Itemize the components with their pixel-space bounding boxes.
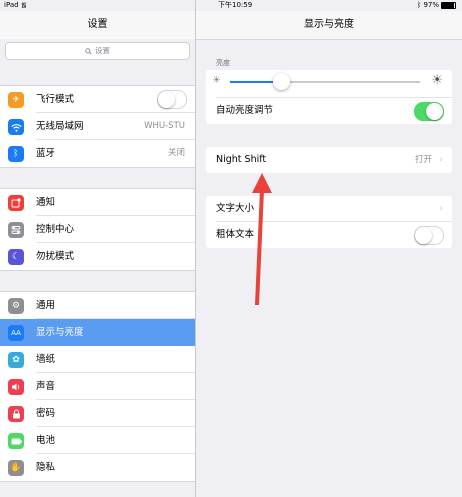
settings-group-general: ⚙ 通用 AA 显示与亮度 ✿ 墙纸 声音 密码 电池 ✋ 隐私 bbox=[0, 291, 195, 482]
sidebar-item-label: 控制中心 bbox=[36, 224, 75, 235]
bold-text-toggle[interactable] bbox=[414, 226, 444, 245]
sidebar-item-display-brightness[interactable]: AA 显示与亮度 bbox=[0, 319, 195, 346]
sidebar-item-notifications[interactable]: 通知 bbox=[0, 189, 195, 216]
sidebar-item-label: 飞行模式 bbox=[36, 94, 75, 105]
sidebar-item-do-not-disturb[interactable]: ☾ 勿扰模式 bbox=[0, 243, 195, 270]
sidebar-item-label: 声音 bbox=[36, 381, 56, 392]
wifi-network-value: WHU-STU bbox=[144, 121, 185, 131]
brightness-low-icon: ☀ bbox=[212, 75, 221, 86]
hand-icon: ✋ bbox=[8, 460, 24, 476]
sidebar-item-sounds[interactable]: 声音 bbox=[0, 373, 195, 400]
auto-brightness-row: 自动亮度调节 bbox=[206, 98, 452, 124]
sidebar-item-label: 无线局域网 bbox=[36, 121, 84, 132]
gear-icon: ⚙ bbox=[8, 298, 24, 314]
sound-icon bbox=[8, 379, 24, 395]
sidebar-item-general[interactable]: ⚙ 通用 bbox=[0, 292, 195, 319]
auto-brightness-toggle[interactable] bbox=[414, 102, 444, 121]
sidebar-item-control-center[interactable]: 控制中心 bbox=[0, 216, 195, 243]
chevron-right-icon: › bbox=[439, 155, 443, 165]
bluetooth-icon: ᛒ bbox=[8, 146, 24, 162]
brightness-slider-knob[interactable] bbox=[272, 73, 290, 90]
text-size-row[interactable]: 文字大小 › bbox=[206, 196, 452, 222]
sidebar-item-label: 墙纸 bbox=[36, 354, 56, 365]
night-shift-value: 打开 bbox=[414, 155, 432, 165]
wallpaper-icon: ✿ bbox=[8, 352, 24, 368]
sidebar-item-bluetooth[interactable]: ᛒ 蓝牙 关闭 bbox=[0, 140, 195, 167]
notifications-icon bbox=[8, 195, 24, 211]
chevron-right-icon: › bbox=[439, 204, 443, 214]
bluetooth-status-icon: ᛒ bbox=[417, 1, 422, 9]
brightness-card: ☀ ☀ 自动亮度调节 bbox=[206, 70, 452, 124]
sidebar-item-label: 蓝牙 bbox=[36, 148, 56, 159]
battery-icon bbox=[8, 433, 24, 449]
night-shift-row[interactable]: Night Shift 打开 › bbox=[206, 147, 452, 173]
sidebar-item-label: 通用 bbox=[36, 300, 56, 311]
wifi-icon bbox=[8, 119, 24, 135]
sidebar-item-airplane-mode[interactable]: ✈ 飞行模式 bbox=[0, 86, 195, 113]
auto-brightness-label: 自动亮度调节 bbox=[216, 105, 274, 116]
sidebar-item-label: 通知 bbox=[36, 197, 56, 208]
brightness-high-icon: ☀ bbox=[431, 73, 443, 88]
sidebar-item-label: 隐私 bbox=[36, 462, 56, 473]
settings-sidebar: 设置 设置 ✈ 飞行模式 无线局域网 WHU-STU ᛒ 蓝牙 关闭 通知 控制… bbox=[0, 0, 196, 497]
sidebar-item-label: 电池 bbox=[36, 435, 56, 446]
search-placeholder: 设置 bbox=[95, 46, 110, 55]
battery-status-icon bbox=[441, 1, 456, 9]
night-shift-label: Night Shift bbox=[216, 154, 267, 165]
moon-icon: ☾ bbox=[8, 249, 24, 265]
status-battery: ᛒ 97% bbox=[417, 0, 456, 11]
sidebar-title: 设置 bbox=[0, 11, 195, 39]
sidebar-item-label: 密码 bbox=[36, 408, 56, 419]
bold-text-label: 粗体文本 bbox=[216, 229, 255, 240]
detail-title: 显示与亮度 bbox=[196, 11, 462, 40]
sidebar-item-privacy[interactable]: ✋ 隐私 bbox=[0, 454, 195, 481]
wifi-status-icon: ᯾ bbox=[20, 1, 27, 9]
control-center-icon bbox=[8, 222, 24, 238]
status-time: 下午10:59 bbox=[218, 1, 253, 9]
lock-icon bbox=[8, 406, 24, 422]
text-card: 文字大小 › 粗体文本 bbox=[206, 196, 452, 248]
search-input[interactable]: 设置 bbox=[5, 42, 190, 60]
airplane-icon: ✈ bbox=[8, 92, 24, 108]
sidebar-item-label: 显示与亮度 bbox=[36, 327, 84, 338]
status-bar: iPad ᯾ 下午10:59 ᛒ 97% bbox=[0, 0, 462, 11]
display-brightness-icon: AA bbox=[8, 325, 24, 341]
night-shift-card: Night Shift 打开 › bbox=[206, 147, 452, 173]
text-size-label: 文字大小 bbox=[216, 203, 255, 214]
brightness-section-label: 亮度 bbox=[216, 59, 230, 67]
brightness-slider-row: ☀ ☀ bbox=[206, 70, 452, 98]
brightness-slider[interactable] bbox=[230, 73, 420, 90]
settings-group-notifications: 通知 控制中心 ☾ 勿扰模式 bbox=[0, 188, 195, 271]
airplane-mode-toggle[interactable] bbox=[157, 90, 187, 109]
sidebar-item-wallpaper[interactable]: ✿ 墙纸 bbox=[0, 346, 195, 373]
sidebar-item-wifi[interactable]: 无线局域网 WHU-STU bbox=[0, 113, 195, 140]
settings-group-connectivity: ✈ 飞行模式 无线局域网 WHU-STU ᛒ 蓝牙 关闭 bbox=[0, 85, 195, 168]
sidebar-item-label: 勿扰模式 bbox=[36, 251, 75, 262]
bluetooth-value: 关闭 bbox=[167, 148, 185, 158]
search-icon bbox=[85, 47, 92, 55]
detail-pane: 显示与亮度 亮度 ☀ ☀ 自动亮度调节 Night Shift 打开 › 文字大… bbox=[196, 0, 462, 497]
sidebar-item-passcode[interactable]: 密码 bbox=[0, 400, 195, 427]
sidebar-item-battery[interactable]: 电池 bbox=[0, 427, 195, 454]
status-device: iPad ᯾ bbox=[4, 1, 27, 9]
bold-text-row: 粗体文本 bbox=[206, 222, 452, 248]
